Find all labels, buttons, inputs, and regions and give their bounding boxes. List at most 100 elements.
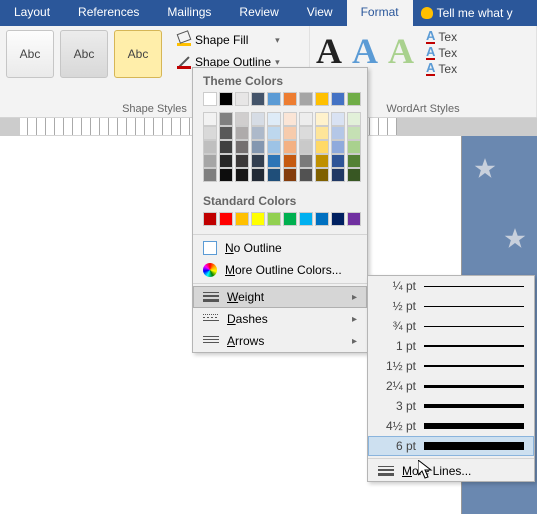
color-swatch[interactable] (235, 112, 249, 126)
color-swatch[interactable] (251, 140, 265, 154)
color-swatch[interactable] (331, 112, 345, 126)
tab-format[interactable]: Format (347, 0, 413, 26)
weight-option[interactable]: 3 pt (368, 396, 534, 416)
tab-layout[interactable]: Layout (0, 0, 64, 26)
color-swatch[interactable] (299, 126, 313, 140)
color-swatch[interactable] (315, 92, 329, 106)
wordart-style-1[interactable]: A (316, 30, 342, 72)
color-swatch[interactable] (283, 92, 297, 106)
arrows-item[interactable]: Arrows ▸ (193, 330, 367, 352)
color-swatch[interactable] (331, 126, 345, 140)
color-swatch[interactable] (251, 112, 265, 126)
color-swatch[interactable] (299, 112, 313, 126)
color-swatch[interactable] (251, 92, 265, 106)
tell-me-search[interactable]: Tell me what y (413, 0, 521, 26)
color-swatch[interactable] (267, 112, 281, 126)
color-swatch[interactable] (331, 154, 345, 168)
color-swatch[interactable] (203, 154, 217, 168)
tab-references[interactable]: References (64, 0, 153, 26)
shape-style-3[interactable]: Abc (114, 30, 162, 78)
color-swatch[interactable] (347, 92, 361, 106)
color-swatch[interactable] (235, 92, 249, 106)
tab-view[interactable]: View (293, 0, 347, 26)
weight-option[interactable]: ¾ pt (368, 316, 534, 336)
color-swatch[interactable] (267, 92, 281, 106)
color-swatch[interactable] (283, 212, 297, 226)
star-shape[interactable] (502, 226, 528, 252)
color-swatch[interactable] (219, 126, 233, 140)
color-swatch[interactable] (235, 140, 249, 154)
more-lines-item[interactable]: More Lines... (368, 461, 534, 481)
star-shape[interactable] (472, 156, 498, 182)
text-fill-button[interactable]: ATex (426, 30, 457, 44)
color-swatch[interactable] (267, 154, 281, 168)
color-swatch[interactable] (347, 154, 361, 168)
color-swatch[interactable] (203, 212, 217, 226)
color-swatch[interactable] (283, 154, 297, 168)
color-swatch[interactable] (203, 140, 217, 154)
color-swatch[interactable] (219, 168, 233, 182)
color-swatch[interactable] (315, 212, 329, 226)
color-swatch[interactable] (283, 168, 297, 182)
color-swatch[interactable] (347, 112, 361, 126)
weight-option[interactable]: 1 pt (368, 336, 534, 356)
no-outline-item[interactable]: No Outline (193, 237, 367, 259)
color-swatch[interactable] (235, 212, 249, 226)
text-effects-button[interactable]: ATex (426, 62, 457, 76)
color-swatch[interactable] (299, 212, 313, 226)
more-outline-colors-item[interactable]: More Outline Colors... (193, 259, 367, 281)
color-swatch[interactable] (267, 140, 281, 154)
weight-option[interactable]: ¼ pt (368, 276, 534, 296)
color-swatch[interactable] (267, 168, 281, 182)
shape-style-2[interactable]: Abc (60, 30, 108, 78)
color-swatch[interactable] (219, 140, 233, 154)
color-swatch[interactable] (347, 168, 361, 182)
weight-option[interactable]: 2¼ pt (368, 376, 534, 396)
color-swatch[interactable] (299, 92, 313, 106)
color-swatch[interactable] (235, 154, 249, 168)
color-swatch[interactable] (283, 126, 297, 140)
tab-mailings[interactable]: Mailings (153, 0, 225, 26)
weight-option[interactable]: 4½ pt (368, 416, 534, 436)
color-swatch[interactable] (315, 126, 329, 140)
dashes-item[interactable]: Dashes ▸ (193, 308, 367, 330)
color-swatch[interactable] (219, 154, 233, 168)
color-swatch[interactable] (315, 154, 329, 168)
color-swatch[interactable] (283, 140, 297, 154)
color-swatch[interactable] (267, 126, 281, 140)
color-swatch[interactable] (315, 112, 329, 126)
color-swatch[interactable] (347, 126, 361, 140)
color-swatch[interactable] (331, 168, 345, 182)
shape-style-1[interactable]: Abc (6, 30, 54, 78)
wordart-style-3[interactable]: A (388, 30, 414, 72)
text-outline-button[interactable]: ATex (426, 46, 457, 60)
color-swatch[interactable] (219, 112, 233, 126)
color-swatch[interactable] (267, 212, 281, 226)
weight-item[interactable]: Weight ▸ (193, 286, 367, 308)
color-swatch[interactable] (299, 154, 313, 168)
color-swatch[interactable] (219, 92, 233, 106)
weight-option[interactable]: 1½ pt (368, 356, 534, 376)
wordart-style-2[interactable]: A (352, 30, 378, 72)
color-swatch[interactable] (203, 168, 217, 182)
shape-fill-button[interactable]: Shape Fill ▾ (172, 30, 285, 50)
color-swatch[interactable] (299, 168, 313, 182)
color-swatch[interactable] (315, 140, 329, 154)
color-swatch[interactable] (203, 112, 217, 126)
color-swatch[interactable] (203, 126, 217, 140)
color-swatch[interactable] (283, 112, 297, 126)
color-swatch[interactable] (331, 140, 345, 154)
color-swatch[interactable] (251, 126, 265, 140)
weight-option[interactable]: ½ pt (368, 296, 534, 316)
color-swatch[interactable] (235, 126, 249, 140)
color-swatch[interactable] (347, 140, 361, 154)
color-swatch[interactable] (299, 140, 313, 154)
color-swatch[interactable] (251, 212, 265, 226)
color-swatch[interactable] (315, 168, 329, 182)
color-swatch[interactable] (347, 212, 361, 226)
color-swatch[interactable] (251, 154, 265, 168)
color-swatch[interactable] (331, 92, 345, 106)
color-swatch[interactable] (331, 212, 345, 226)
color-swatch[interactable] (235, 168, 249, 182)
weight-option[interactable]: 6 pt (368, 436, 534, 456)
